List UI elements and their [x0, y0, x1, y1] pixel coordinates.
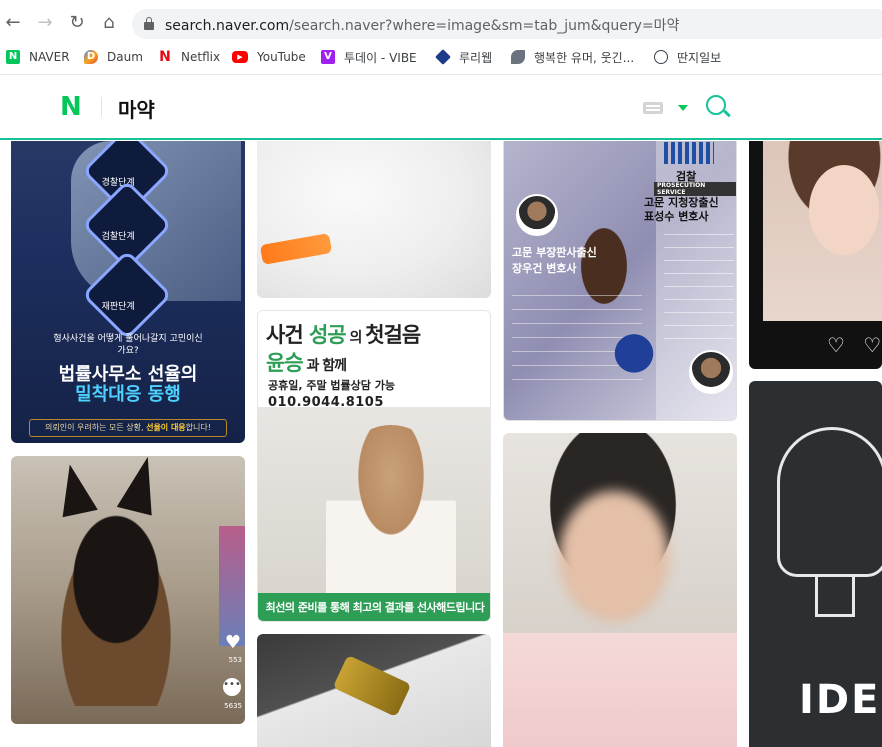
bookmark-youtube[interactable]: ▶ YouTube	[232, 48, 306, 66]
url-host: search.naver.com	[165, 18, 290, 34]
keyboard-icon[interactable]	[643, 102, 663, 114]
ad-headline: 사건 성공 의 첫걸음	[266, 323, 421, 347]
ad-subheadline: 윤승 과 함께	[266, 351, 347, 375]
heart-icon[interactable]: ♡ ♡	[827, 333, 882, 357]
image-result-white-powder[interactable]	[257, 141, 491, 298]
blurred-face	[559, 491, 669, 621]
ddanzi-favicon-icon	[654, 50, 668, 64]
chevron-down-icon[interactable]	[678, 105, 688, 111]
search-query-input[interactable]: 마약	[118, 94, 155, 123]
orange-tube-shape	[259, 233, 333, 265]
image-result-lightbulb-chalkboard[interactable]: IDE	[749, 381, 882, 747]
bookmark-label: NAVER	[29, 50, 70, 64]
ruliweb-favicon-icon	[435, 49, 451, 65]
image-result-portrait-glasses[interactable]: ♡ ♡	[749, 141, 882, 369]
naver-favicon-icon: N	[6, 50, 20, 64]
comment-count: 5635	[224, 702, 242, 710]
avatar	[516, 194, 558, 236]
image-result-lawyer-ad[interactable]: 사건 성공 의 첫걸음 윤승 과 함께 공휴일, 주말 법률상담 가능 010.…	[257, 310, 491, 622]
bookmark-vibe[interactable]: V 투데이 - VIBE	[321, 48, 417, 66]
forward-arrow-icon[interactable]: →	[34, 12, 56, 34]
lawyer-left-name: 장우건 변호사	[512, 262, 577, 275]
bookmark-ddanzi[interactable]: 딴지일보	[654, 48, 721, 66]
like-count: 553	[228, 656, 242, 664]
home-icon[interactable]: ⌂	[98, 12, 120, 34]
address-bar[interactable]: search.naver.com/search.naver?where=imag…	[132, 9, 882, 39]
lawyer-right-name: 표성수 변호사	[644, 210, 709, 223]
bookmark-humor[interactable]: 행복한 유머, 웃긴...	[511, 48, 634, 66]
naver-logo[interactable]: N	[60, 94, 82, 120]
lock-icon[interactable]	[144, 17, 154, 30]
reload-icon[interactable]: ↻	[66, 12, 88, 34]
lightbulb-icon	[777, 427, 882, 577]
bookmark-netflix[interactable]: N Netflix	[158, 48, 220, 66]
bookmark-label: 투데이 - VIBE	[344, 50, 417, 65]
image-result-lawyers-profile[interactable]: 검찰 PROSECUTION SERVICE 고문 지청장출신 표성수 변호사 …	[503, 141, 737, 421]
tile-tagline: 형사사건을 어떻게 풀어나갈지 고민이신가요?	[53, 334, 203, 356]
image-result-dog[interactable]: ♥ 553 ••• 5635	[11, 456, 245, 724]
bookmark-label: 행복한 유머, 웃긴...	[534, 50, 635, 65]
avatar	[689, 350, 733, 394]
bookmark-label: 딴지일보	[677, 50, 722, 65]
bookmark-label: 루리웹	[459, 50, 493, 65]
header-divider	[101, 97, 102, 117]
woman-on-phone-figure	[326, 425, 456, 593]
search-button[interactable]	[706, 95, 731, 119]
vibe-favicon-icon: V	[321, 50, 335, 64]
dog-figure	[31, 476, 201, 706]
justice-scale-icon	[608, 327, 660, 393]
image-result-law-firm-process[interactable]: 경찰단계 검찰단계 재판단계 형사사건을 어떻게 풀어나갈지 고민이신가요? 법…	[11, 141, 245, 443]
bookmark-label: YouTube	[257, 50, 306, 64]
image-result-blurred-portrait[interactable]	[503, 433, 737, 747]
bookmark-naver[interactable]: N NAVER	[6, 48, 70, 66]
url-text[interactable]: search.naver.com/search.naver?where=imag…	[165, 15, 679, 35]
bookmark-label: Daum	[107, 50, 143, 64]
tile-footer: 의뢰인이 우려하는 모든 상황, 선율이 대응합니다!	[29, 419, 227, 437]
browser-toolbar: ← → ↻ ⌂ search.naver.com/search.naver?wh…	[0, 0, 882, 44]
netflix-favicon-icon: N	[159, 49, 171, 65]
lawyer-left-title: 고문 부장판사출신	[512, 246, 597, 259]
bookmarks-bar: N NAVER D Daum N Netflix ▶ YouTube V 투데이…	[0, 44, 882, 70]
bookmark-daum[interactable]: D Daum	[84, 48, 143, 66]
tile-headline: 법률사무소 선율의 밀착대응 동행	[58, 364, 198, 405]
bookmark-label: Netflix	[181, 50, 221, 64]
url-path: /search.naver?where=image&sm=tab_jum&que…	[289, 18, 680, 34]
ad-phone: 010.9044.8105	[268, 395, 384, 410]
daum-favicon-icon: D	[84, 50, 98, 64]
ad-hours: 공휴일, 주말 법률상담 가능	[268, 379, 395, 392]
comment-icon[interactable]: •••	[223, 678, 241, 696]
bottle-shape	[332, 654, 412, 718]
back-arrow-icon[interactable]: ←	[2, 12, 24, 34]
prosecution-logo-icon	[664, 142, 714, 164]
bookmark-ruliweb[interactable]: 루리웹	[435, 48, 493, 66]
youtube-favicon-icon: ▶	[232, 51, 248, 63]
ad-bottom-banner: 최선의 준비를 통해 최고의 결과를 선사해드립니다	[258, 593, 490, 621]
naver-search-header: N 마약	[0, 74, 882, 140]
heart-icon[interactable]: ♥	[225, 632, 241, 653]
chalk-text: IDE	[799, 677, 881, 723]
image-results-grid: 경찰단계 검찰단계 재판단계 형사사건을 어떻게 풀어나갈지 고민이신가요? 법…	[0, 141, 882, 747]
image-result-powder-bottle[interactable]	[257, 634, 491, 747]
humor-favicon-icon	[511, 50, 525, 64]
